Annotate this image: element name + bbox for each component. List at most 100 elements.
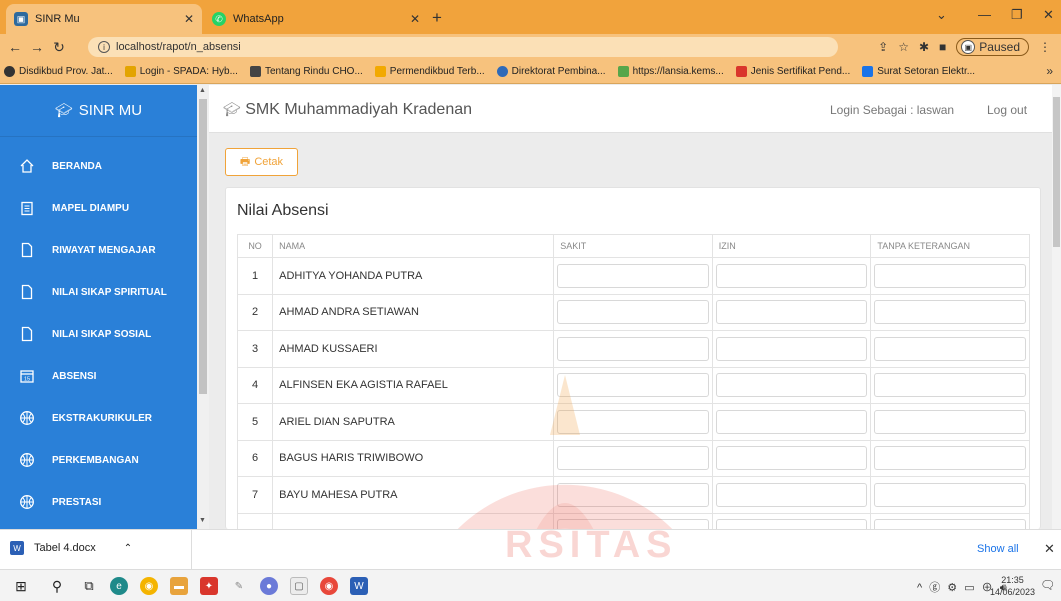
card-title: Nilai Absensi (237, 202, 329, 219)
tanpa-keterangan-input[interactable] (874, 336, 1026, 361)
page-scrollbar[interactable] (1052, 85, 1061, 529)
extensions-puzzle-icon[interactable]: ✱ (919, 40, 929, 54)
profile-button[interactable]: ▣ Paused (956, 38, 1029, 56)
search-icon[interactable]: ⚲ (48, 577, 66, 595)
tab-close-icon[interactable]: ✕ (410, 12, 420, 26)
show-all-downloads-link[interactable]: Show all (977, 543, 1019, 555)
menu-kebab-icon[interactable]: ⋮ (1039, 40, 1051, 54)
tab-sinr-mu[interactable]: ▣ SINR Mu ✕ (6, 4, 202, 34)
tanpa-keterangan-input[interactable] (874, 300, 1026, 325)
sakit-input[interactable] (557, 263, 709, 288)
sakit-input[interactable] (557, 409, 709, 434)
taskbar-clock[interactable]: 21:35 14/06/2023 (990, 574, 1035, 598)
chrome-profile-icon[interactable]: ◉ (320, 577, 338, 595)
app-icon[interactable]: ● (260, 577, 278, 595)
chrome-browser-icon[interactable]: ◉ (140, 577, 158, 595)
sidebar-item-label: NILAI SIKAP SOSIAL (52, 328, 152, 340)
file-icon[interactable]: ▢ (290, 577, 308, 595)
task-view-icon[interactable]: ⧉ (80, 577, 98, 595)
share-icon[interactable]: ⇪ (878, 40, 888, 54)
bookmark-item[interactable]: Login - SPADA: Hyb... (124, 66, 238, 77)
tanpa-keterangan-input[interactable] (874, 373, 1026, 398)
tab-close-icon[interactable]: ✕ (184, 12, 194, 26)
sakit-input[interactable] (557, 482, 709, 507)
info-icon[interactable]: i (98, 41, 110, 53)
bookmark-item[interactable]: Tentang Rindu CHO... (249, 66, 363, 77)
top-header: 🎓︎ SMK Muhammadiyah Kradenan Login Sebag… (209, 85, 1052, 133)
row-number: 4 (236, 366, 274, 404)
izin-input[interactable] (715, 519, 868, 529)
sidebar-item-beranda[interactable]: BERANDA (0, 145, 197, 187)
brand[interactable]: 🎓︎ SINR MU (0, 85, 197, 137)
bookmark-item[interactable]: Direktorat Pembina... (496, 66, 606, 77)
izin-input[interactable] (715, 446, 868, 471)
bookmark-item[interactable]: Jenis Sertifikat Pend... (735, 66, 850, 77)
sidebar-item-nilai-sikap-sosial[interactable]: NILAI SIKAP SOSIAL (0, 313, 197, 355)
pen-app-icon[interactable]: ✎ (230, 577, 248, 595)
back-arrow-icon[interactable]: ← (4, 39, 26, 55)
sidebar-item-riwayat-mengajar[interactable]: RIWAYAT MENGAJAR (0, 229, 197, 271)
bookmark-star-icon[interactable]: ☆ (898, 40, 909, 54)
bookmark-item[interactable]: Permendikbud Terb... (374, 66, 485, 77)
izin-input[interactable] (715, 409, 868, 434)
minimize-button[interactable]: — (978, 7, 991, 22)
sidebar-item-mapel-diampu[interactable]: MAPEL DIAMPU (0, 187, 197, 229)
sakit-input[interactable] (557, 336, 709, 361)
word-app-icon[interactable]: W (350, 577, 368, 595)
side-panel-icon[interactable]: ■ (939, 40, 946, 54)
edge-browser-icon[interactable]: e (110, 577, 128, 595)
izin-input[interactable] (715, 336, 868, 361)
print-button[interactable]: 🖶︎ Cetak (225, 148, 298, 176)
bookmark-item[interactable]: https://lansia.kems... (617, 66, 724, 77)
bookmark-favicon-icon (124, 66, 136, 77)
bookmark-item[interactable]: Disdikbud Prov. Jat... (4, 66, 113, 77)
file-explorer-icon[interactable]: ▬ (170, 577, 188, 595)
sakit-input[interactable] (557, 373, 709, 398)
bookmark-item[interactable]: Surat Setoran Elektr... (862, 66, 975, 77)
graduation-cap-icon: 🎓︎ (223, 101, 241, 117)
tanpa-keterangan-input[interactable] (874, 482, 1026, 507)
windows-start-icon[interactable]: ⊞ (12, 577, 30, 595)
scroll-up-arrow-icon[interactable]: ▲ (199, 87, 206, 94)
sidebar: 🎓︎ SINR MU BERANDA MAPEL DIAMPU RIWAYAT … (0, 85, 197, 529)
izin-input[interactable] (715, 263, 868, 288)
sidebar-item-ekstrakurikuler[interactable]: EKSTRAKURIKULER (0, 397, 197, 439)
sidebar-item-absensi[interactable]: 15 ABSENSI (0, 355, 197, 397)
izin-input[interactable] (715, 482, 868, 507)
izin-input[interactable] (715, 373, 868, 398)
scroll-down-arrow-icon[interactable]: ▼ (199, 517, 206, 524)
izin-input[interactable] (715, 300, 868, 325)
bookmarks-overflow-icon[interactable]: » (1046, 64, 1053, 78)
app-icon[interactable]: ✦ (200, 577, 218, 595)
url-input[interactable]: i localhost/rapot/n_absensi (88, 37, 838, 57)
table-row: 7 BAYU MAHESA PUTRA (236, 476, 1030, 514)
reload-icon[interactable]: ↻ (48, 39, 70, 56)
sakit-input[interactable] (557, 446, 709, 471)
sakit-input[interactable] (557, 300, 709, 325)
tab-search-icon[interactable]: ⌄ (936, 7, 947, 23)
forward-arrow-icon[interactable]: → (26, 39, 48, 55)
tab-whatsapp[interactable]: ✆ WhatsApp ✕ (204, 4, 428, 34)
sidebar-item-perkembangan[interactable]: PERKEMBANGAN (0, 439, 197, 481)
chevron-up-icon[interactable]: ⌃ (124, 543, 132, 554)
address-bar: ← → ↻ i localhost/rapot/n_absensi ⇪ ☆ ✱ … (0, 34, 1061, 60)
restore-button[interactable]: ❐ (1011, 7, 1023, 23)
tanpa-keterangan-input[interactable] (874, 409, 1026, 434)
tanpa-keterangan-input[interactable] (874, 519, 1026, 529)
close-window-button[interactable]: ✕ (1043, 7, 1054, 23)
column-header: SAKIT (553, 234, 713, 258)
notification-icon[interactable]: 🗨︎ (1040, 578, 1055, 592)
document-icon (18, 325, 36, 343)
download-item[interactable]: W Tabel 4.docx ⌃ (10, 541, 132, 555)
tanpa-keterangan-input[interactable] (874, 446, 1026, 471)
close-download-bar-icon[interactable]: ✕ (1044, 541, 1055, 557)
tab-title: SINR Mu (35, 13, 80, 25)
tanpa-keterangan-input[interactable] (874, 263, 1026, 288)
sidebar-scrollbar[interactable]: ▲ ▼ (197, 85, 209, 529)
sidebar-item-prestasi[interactable]: PRESTASI (0, 481, 197, 523)
logout-link[interactable]: Log out (987, 103, 1027, 117)
sidebar-scrollbar-thumb[interactable] (199, 99, 207, 394)
page-scrollbar-thumb[interactable] (1053, 97, 1060, 247)
sidebar-item-nilai-sikap-spiritual[interactable]: NILAI SIKAP SPIRITUAL (0, 271, 197, 313)
new-tab-button[interactable]: + (432, 9, 442, 26)
